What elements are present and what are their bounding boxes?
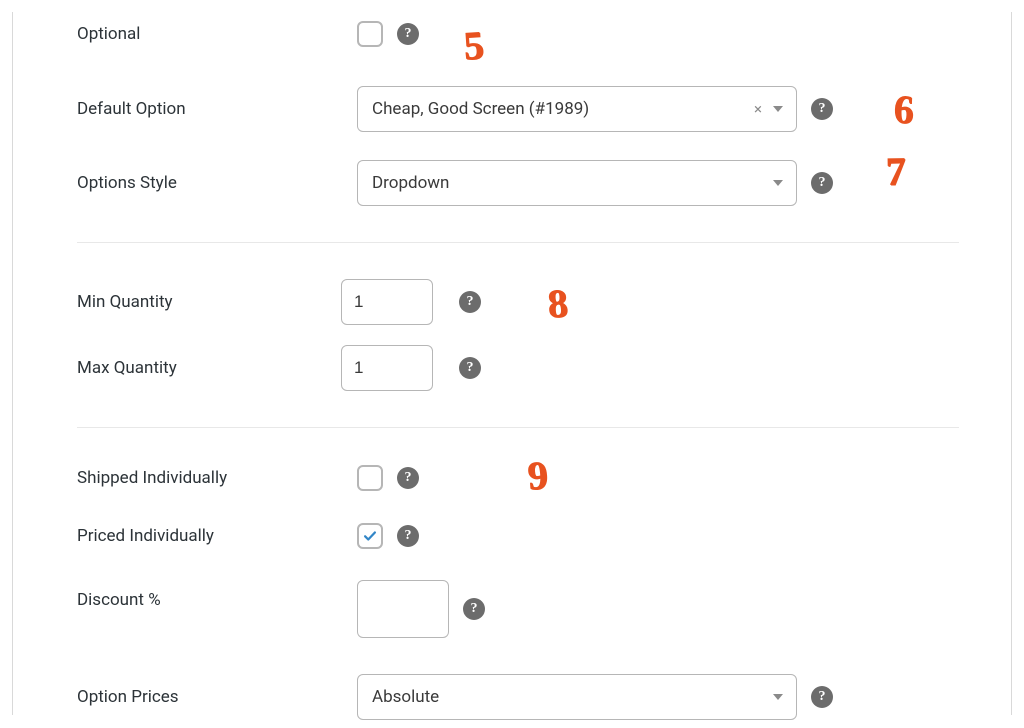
help-icon[interactable]: ? [811, 172, 833, 194]
help-icon[interactable]: ? [397, 23, 419, 45]
row-option-prices: Option Prices Absolute ? [77, 666, 959, 728]
input-discount-pct[interactable] [357, 580, 449, 638]
row-priced-individually: Priced Individually ? [77, 514, 959, 558]
help-icon[interactable]: ? [463, 598, 485, 620]
help-icon[interactable]: ? [459, 357, 481, 379]
checkbox-optional[interactable] [357, 21, 383, 47]
chevron-down-icon [772, 691, 784, 703]
label-min-quantity: Min Quantity [77, 292, 341, 312]
row-default-option: Default Option Cheap, Good Screen (#1989… [77, 78, 959, 140]
label-shipped-individually: Shipped Individually [77, 468, 357, 488]
help-icon[interactable]: ? [397, 467, 419, 489]
label-option-prices: Option Prices [77, 687, 357, 707]
help-icon[interactable]: ? [811, 686, 833, 708]
checkbox-priced-individually[interactable] [357, 523, 383, 549]
row-max-quantity: Max Quantity ? [77, 337, 959, 399]
label-priced-individually: Priced Individually [77, 526, 357, 546]
select-value: Dropdown [372, 173, 772, 193]
row-shipped-individually: Shipped Individually ? [77, 456, 959, 500]
row-discount-pct: Discount % ? [77, 572, 959, 646]
label-default-option: Default Option [77, 99, 357, 119]
select-option-prices[interactable]: Absolute [357, 674, 797, 720]
row-optional: Optional ? [77, 12, 959, 56]
label-options-style: Options Style [77, 173, 357, 193]
label-discount-pct: Discount % [77, 580, 357, 610]
help-icon[interactable]: ? [811, 98, 833, 120]
select-value: Absolute [372, 687, 772, 707]
input-max-quantity[interactable] [341, 345, 433, 391]
row-options-style: Options Style Dropdown ? [77, 152, 959, 214]
label-optional: Optional [77, 24, 357, 44]
help-icon[interactable]: ? [459, 291, 481, 313]
checkbox-shipped-individually[interactable] [357, 465, 383, 491]
select-default-option[interactable]: Cheap, Good Screen (#1989) × [357, 86, 797, 132]
clear-icon[interactable]: × [754, 100, 762, 118]
select-value: Cheap, Good Screen (#1989) [372, 99, 754, 119]
input-min-quantity[interactable] [341, 279, 433, 325]
help-icon[interactable]: ? [397, 525, 419, 547]
row-min-quantity: Min Quantity ? [77, 271, 959, 333]
select-options-style[interactable]: Dropdown [357, 160, 797, 206]
label-max-quantity: Max Quantity [77, 358, 341, 378]
chevron-down-icon [772, 103, 784, 115]
divider [77, 242, 959, 243]
divider [77, 427, 959, 428]
chevron-down-icon [772, 177, 784, 189]
